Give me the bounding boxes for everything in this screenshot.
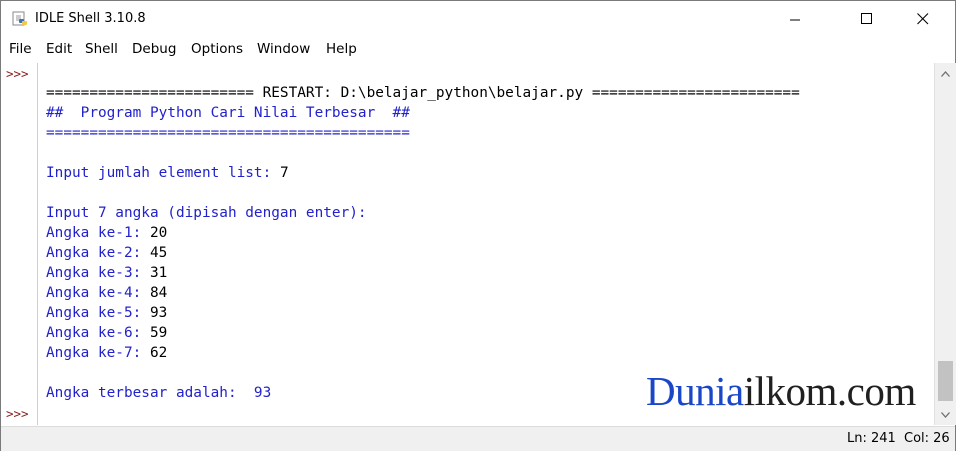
vertical-scrollbar[interactable] (934, 63, 956, 425)
window-title: IDLE Shell 3.10.8 (35, 11, 146, 26)
input-value: 84 (149, 285, 168, 301)
input-prompt-text: Angka ke-2: (46, 245, 150, 261)
input-prompt-text: Angka ke-5: (46, 305, 150, 321)
input-value: 59 (149, 325, 168, 341)
scroll-thumb[interactable] (938, 361, 953, 401)
input-value: 31 (149, 265, 168, 281)
shell-prompt: >>> (6, 406, 29, 421)
input-prompt-text: Angka ke-7: (46, 345, 150, 361)
input-line: Angka ke-7: 62 (46, 343, 167, 363)
output-line: Input 7 angka (dipisah dengan enter): (46, 205, 367, 221)
close-icon (917, 13, 929, 25)
duniailkom-watermark: Duniailkom.com (646, 367, 916, 415)
maximize-icon (861, 13, 872, 24)
minimize-icon (789, 19, 800, 20)
input-line: Angka ke-1: 20 (46, 223, 167, 243)
input-line: Angka ke-2: 45 (46, 243, 167, 263)
menu-options[interactable]: Options (191, 41, 243, 57)
input-value: 93 (149, 305, 168, 321)
menu-edit[interactable]: Edit (46, 41, 72, 57)
input-prompt-text: Input jumlah element list: (46, 165, 280, 181)
idle-shell-window: IDLE Shell 3.10.8 File Edit Shell Debug … (0, 0, 956, 451)
shell-prompt: >>> (6, 66, 29, 81)
input-value: 20 (149, 225, 168, 241)
input-prompt-text: Angka ke-1: (46, 225, 150, 241)
title-bar[interactable]: IDLE Shell 3.10.8 (1, 1, 955, 37)
prompt-gutter: >>> >>> (1, 63, 38, 425)
status-line-number: Ln: 241 (847, 431, 896, 446)
status-column-number: Col: 26 (904, 431, 950, 446)
output-line: ========================================… (46, 125, 410, 141)
scroll-up-arrow[interactable] (935, 65, 956, 82)
menu-debug[interactable]: Debug (132, 41, 176, 57)
input-line: Angka ke-4: 84 (46, 283, 167, 303)
watermark-part1: Dunia (646, 368, 744, 414)
input-prompt-text: Angka ke-6: (46, 325, 150, 341)
input-line: Angka ke-5: 93 (46, 303, 167, 323)
input-prompt-text: Angka ke-4: (46, 285, 150, 301)
scroll-down-arrow[interactable] (935, 406, 956, 423)
output-line: ## Program Python Cari Nilai Terbesar ## (46, 105, 410, 121)
chevron-down-icon (941, 411, 950, 418)
menu-bar: File Edit Shell Debug Options Window Hel… (1, 41, 955, 61)
input-value: 62 (149, 345, 168, 361)
watermark-part2: ilkom.com (743, 368, 917, 414)
chevron-up-icon (941, 70, 950, 77)
restart-line: ======================== RESTART: D:\bel… (46, 85, 800, 101)
menu-help[interactable]: Help (326, 41, 357, 57)
minimize-button[interactable] (772, 1, 818, 37)
maximize-button[interactable] (844, 1, 890, 37)
status-bar: Ln: 241 Col: 26 (1, 426, 955, 451)
python-idle-icon (12, 11, 27, 26)
menu-window[interactable]: Window (257, 41, 310, 57)
menu-file[interactable]: File (9, 41, 32, 57)
close-button[interactable] (900, 1, 946, 37)
input-value: 45 (149, 245, 168, 261)
input-line: Angka ke-3: 31 (46, 263, 167, 283)
input-line: Angka ke-6: 59 (46, 323, 167, 343)
input-prompt-text: Angka ke-3: (46, 265, 150, 281)
result-line: Angka terbesar adalah: 93 (46, 385, 272, 401)
menu-shell[interactable]: Shell (85, 41, 118, 57)
input-value: 7 (279, 165, 289, 181)
input-line: Input jumlah element list: 7 (46, 163, 289, 183)
